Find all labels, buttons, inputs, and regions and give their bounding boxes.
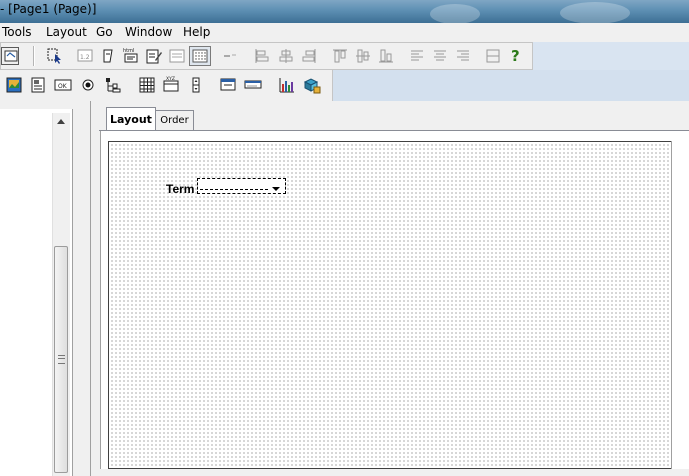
grid-toggle-icon[interactable] — [189, 46, 211, 66]
html-field-icon[interactable]: html — [122, 46, 140, 64]
vertical-scrollbar[interactable] — [52, 113, 70, 476]
page-settings-icon[interactable] — [1, 47, 19, 65]
distribute-left-icon[interactable] — [408, 47, 426, 65]
distribute-right-icon[interactable] — [454, 47, 472, 65]
panel-icon[interactable] — [219, 76, 237, 94]
align-center-icon[interactable] — [277, 47, 295, 65]
term-label[interactable]: Term — [166, 182, 194, 196]
align-middle-icon[interactable] — [354, 47, 372, 65]
form-icon[interactable] — [168, 47, 186, 65]
toolbar-background-2 — [333, 70, 689, 101]
svg-text:html: html — [123, 48, 134, 54]
chart-icon[interactable] — [278, 76, 296, 94]
tab-layout[interactable]: Layout — [106, 107, 156, 130]
align-top-icon[interactable] — [331, 47, 349, 65]
tab-order[interactable]: Order — [156, 110, 194, 130]
same-size-icon[interactable] — [484, 47, 502, 65]
menu-bar: Tools Layout Go Window Help — [0, 23, 689, 43]
design-frame-edge — [671, 141, 689, 476]
panel-splitter[interactable] — [73, 101, 91, 476]
align-left-icon[interactable] — [253, 47, 271, 65]
distribute-center-icon[interactable] — [431, 47, 449, 65]
align-bottom-icon[interactable] — [377, 47, 395, 65]
text-field-icon[interactable] — [99, 47, 117, 65]
image-icon[interactable] — [5, 76, 23, 94]
scroll-up-arrow-icon[interactable] — [57, 119, 65, 124]
tab-order-icon[interactable] — [221, 47, 239, 65]
menu-window[interactable]: Window — [125, 25, 172, 39]
help-icon[interactable]: ? — [507, 46, 525, 64]
radio-icon[interactable] — [79, 76, 97, 94]
table-icon[interactable] — [138, 76, 156, 94]
menu-help[interactable]: Help — [183, 25, 210, 39]
select-tool-icon[interactable] — [46, 47, 64, 65]
layout-toolbar: 1.2 html ? — [0, 42, 533, 70]
number-field-icon[interactable]: 1.2 — [76, 47, 94, 65]
term-dropdown-value — [200, 189, 268, 190]
window-title: - [Page1 (Page)] — [0, 2, 97, 16]
ok-button-icon[interactable]: OK — [54, 76, 72, 94]
titlebar-glare — [430, 4, 480, 24]
term-dropdown[interactable] — [197, 178, 286, 194]
align-right-icon[interactable] — [300, 47, 318, 65]
database-icon[interactable] — [303, 76, 321, 94]
calendar-icon[interactable]: XYZ — [162, 75, 180, 93]
chevron-down-icon[interactable] — [272, 187, 280, 191]
edit-field-icon[interactable] — [145, 47, 163, 65]
svg-text:1.2: 1.2 — [80, 54, 90, 61]
svg-text:?: ? — [511, 47, 520, 64]
controls-toolbar: OK XYZ — [0, 70, 333, 101]
toolbar-separator — [33, 46, 35, 66]
menu-layout[interactable]: Layout — [46, 25, 87, 39]
title-bar: - [Page1 (Page)] — [0, 0, 689, 24]
menu-go[interactable]: Go — [96, 25, 113, 39]
document-icon[interactable] — [29, 76, 47, 94]
svg-text:OK: OK — [58, 83, 68, 90]
design-canvas[interactable] — [108, 141, 689, 469]
dropdown-icon[interactable] — [244, 76, 262, 94]
tree-icon[interactable] — [104, 76, 122, 94]
spinner-icon[interactable] — [187, 76, 205, 94]
scroll-thumb[interactable] — [54, 246, 68, 473]
scroll-grip-icon — [58, 355, 65, 364]
menu-tools[interactable]: Tools — [2, 25, 32, 39]
bottom-edge — [100, 469, 689, 476]
titlebar-glare-2 — [560, 2, 630, 24]
